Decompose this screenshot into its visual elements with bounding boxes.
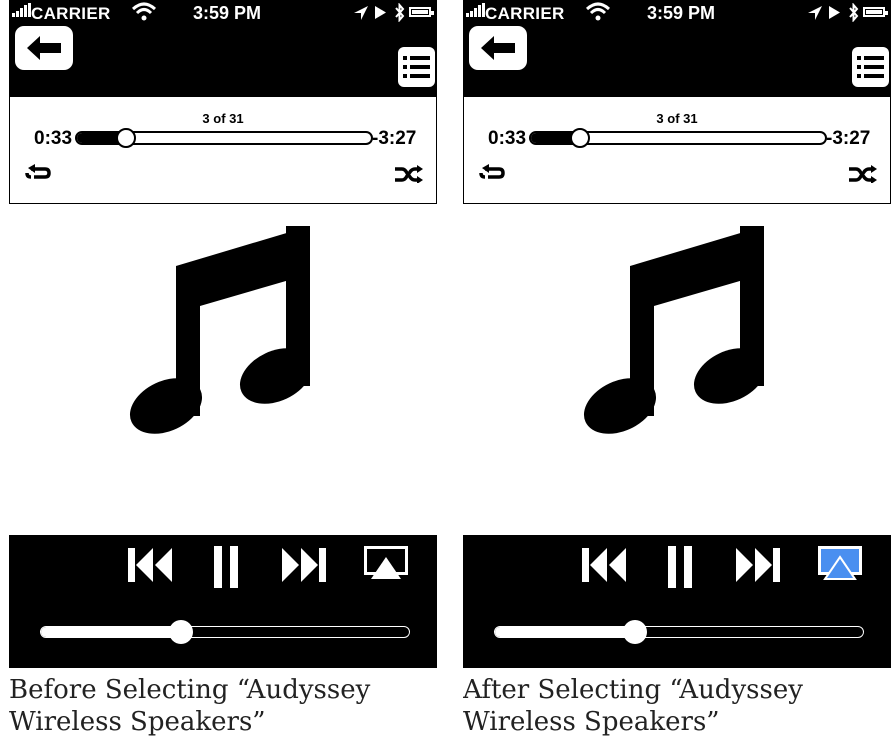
volume-track[interactable] <box>494 626 864 638</box>
caption: Before Selecting “Audyssey Wireless Spea… <box>9 674 437 738</box>
volume-thumb[interactable] <box>622 620 647 644</box>
play-status-icon <box>374 5 387 25</box>
bluetooth-icon <box>848 2 859 27</box>
album-name: Greatest Hits <box>627 77 727 94</box>
shuffle-icon <box>395 165 423 184</box>
volume-thumb[interactable] <box>168 620 193 644</box>
remaining-time: -3:27 <box>826 128 871 149</box>
pause-icon <box>214 546 238 588</box>
caption-line-2: Wireless Speakers” <box>9 707 266 737</box>
album-name: Greatest Hits <box>173 77 273 94</box>
scrubber-thumb[interactable] <box>115 128 136 148</box>
scrubber-thumb[interactable] <box>569 128 590 148</box>
panel-after: CARRIER 3:59 PM James Taylor Carolina In… <box>463 0 891 741</box>
previous-button[interactable] <box>582 546 628 589</box>
remaining-time: -3:27 <box>372 128 417 149</box>
track-list-icon <box>857 56 884 78</box>
next-track-icon <box>282 548 326 582</box>
play-status-icon <box>828 5 841 25</box>
caption-line-2: Wireless Speakers” <box>463 707 720 737</box>
wifi-icon <box>131 2 157 27</box>
volume-track[interactable] <box>40 626 410 638</box>
caption-line-1: After Selecting “Audyssey <box>463 675 803 705</box>
shuffle-button[interactable] <box>395 165 423 188</box>
wifi-icon <box>585 2 611 27</box>
location-arrow-icon <box>807 5 823 26</box>
volume-fill <box>41 627 182 637</box>
track-counter: 3 of 31 <box>202 111 244 126</box>
battery-icon <box>863 7 888 17</box>
panel-before: CARRIER 3:59 PM James Taylor Carolina In… <box>9 0 437 741</box>
previous-button[interactable] <box>128 546 174 589</box>
pause-button[interactable] <box>214 546 240 593</box>
track-list-icon <box>403 56 430 78</box>
elapsed-time: 0:33 <box>488 128 527 149</box>
volume-fill <box>495 627 636 637</box>
caption-line-1: Before Selecting “Audyssey <box>9 675 371 705</box>
song-title: Carolina In My Mind <box>147 59 299 76</box>
carrier-name: CARRIER <box>31 4 111 23</box>
track-info: James Taylor Carolina In My Mind Greates… <box>463 41 891 95</box>
playback-controls <box>463 535 891 668</box>
track-info: James Taylor Carolina In My Mind Greates… <box>9 41 437 95</box>
airplay-button[interactable] <box>364 546 408 585</box>
song-title: Carolina In My Mind <box>601 59 753 76</box>
airplay-button[interactable] <box>818 546 862 585</box>
music-note-icon <box>582 226 767 445</box>
repeat-icon <box>25 164 51 179</box>
carrier-name: CARRIER <box>485 4 565 23</box>
bluetooth-icon <box>394 2 405 27</box>
previous-track-icon <box>582 548 626 582</box>
elapsed-time: 0:33 <box>34 128 73 149</box>
shuffle-button[interactable] <box>849 165 877 188</box>
music-note-icon <box>128 226 313 445</box>
airplay-icon <box>364 546 408 579</box>
repeat-icon <box>479 164 505 179</box>
track-list-button[interactable] <box>398 47 435 87</box>
pause-icon <box>668 546 692 588</box>
next-track-icon <box>736 548 780 582</box>
next-button[interactable] <box>280 546 326 589</box>
shuffle-icon <box>849 165 877 184</box>
airplay-icon <box>818 546 862 580</box>
location-arrow-icon <box>353 5 369 26</box>
status-bar: CARRIER 3:59 PM <box>463 0 891 25</box>
repeat-button[interactable] <box>25 164 51 187</box>
status-bar: CARRIER 3:59 PM <box>9 0 437 25</box>
status-time: 3:59 PM <box>647 3 716 23</box>
artist-name: James Taylor <box>626 41 728 58</box>
artist-name: James Taylor <box>172 41 274 58</box>
previous-track-icon <box>128 548 172 582</box>
repeat-button[interactable] <box>479 164 505 187</box>
track-counter: 3 of 31 <box>656 111 698 126</box>
next-button[interactable] <box>734 546 780 589</box>
caption: After Selecting “Audyssey Wireless Speak… <box>463 674 891 738</box>
pause-button[interactable] <box>668 546 694 593</box>
track-list-button[interactable] <box>852 47 889 87</box>
playback-controls <box>9 535 437 668</box>
battery-icon <box>409 7 434 17</box>
status-time: 3:59 PM <box>193 3 262 23</box>
